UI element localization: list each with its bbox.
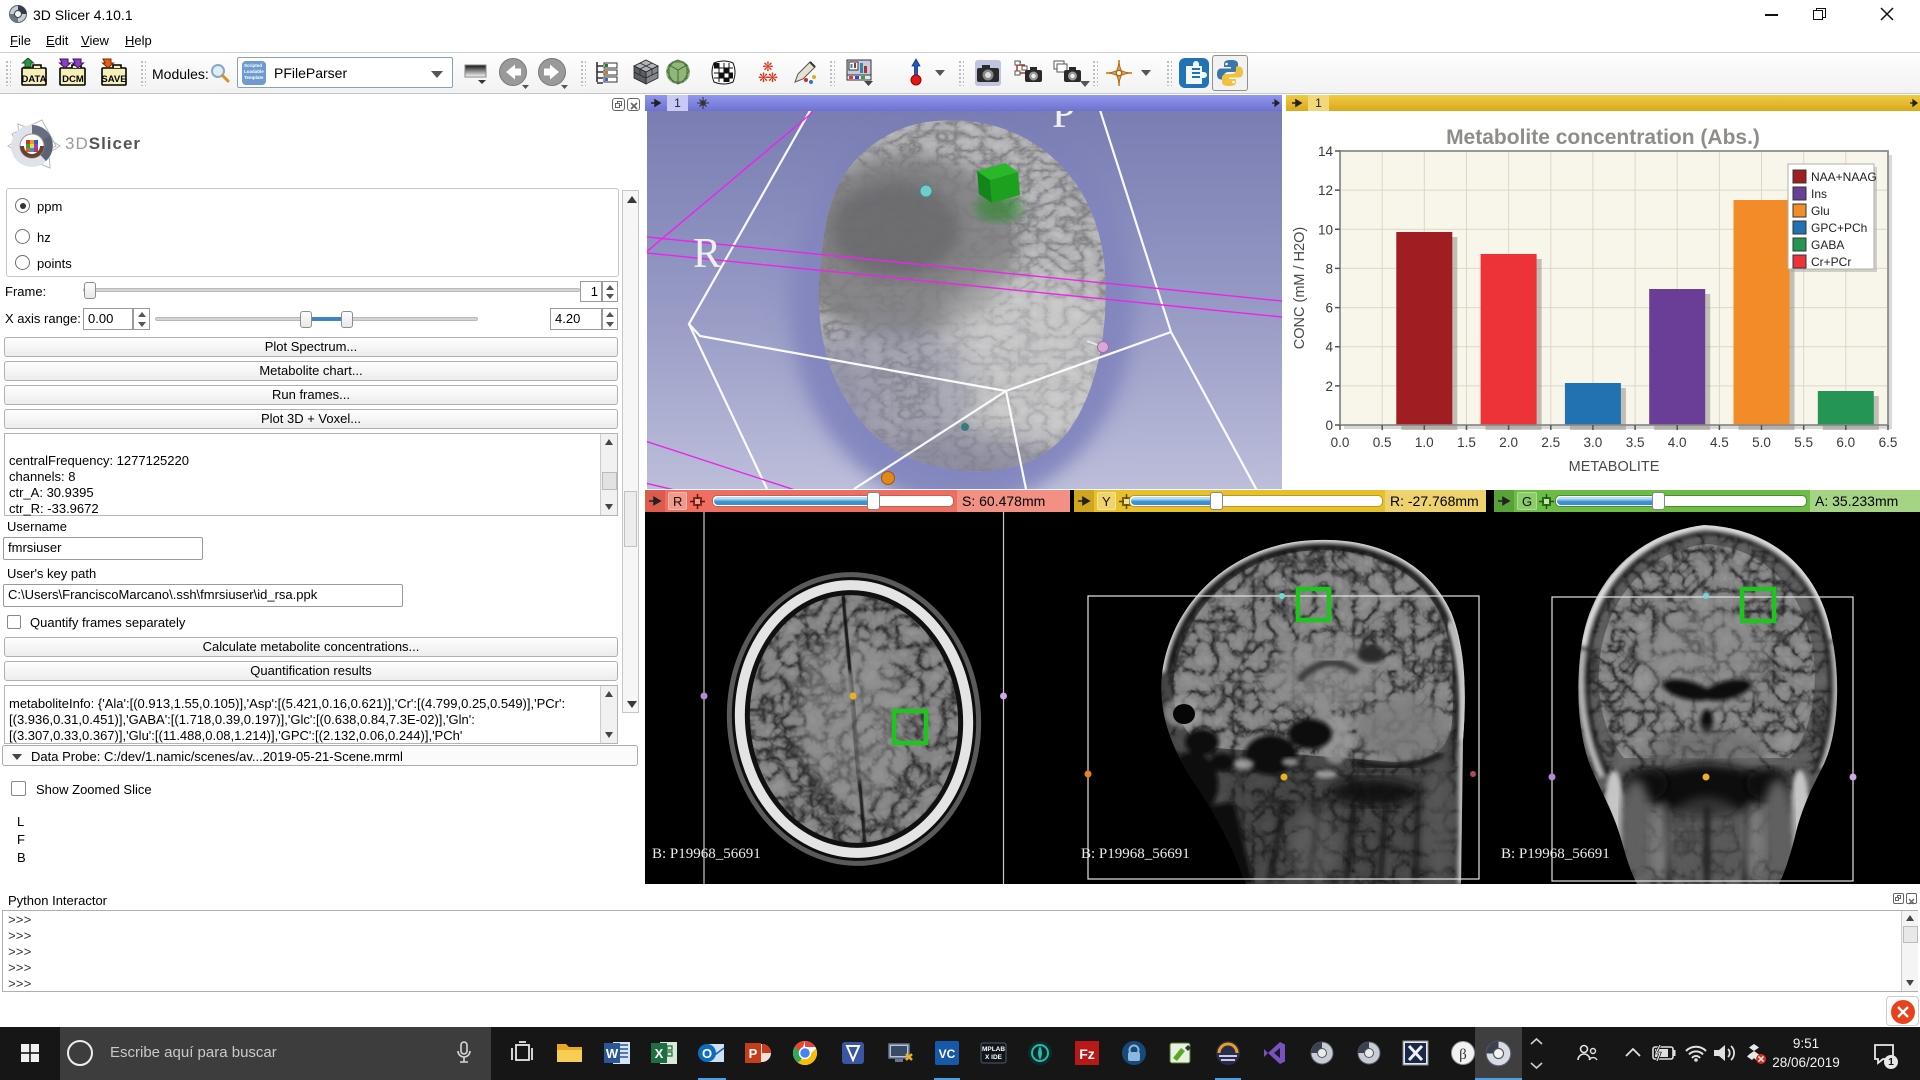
svg-text:W: W (606, 1046, 619, 1061)
svg-text:3.5: 3.5 (1626, 435, 1645, 450)
svg-text:SAVE: SAVE (101, 74, 126, 85)
svg-text:X: X (655, 1046, 664, 1061)
svg-text:P: P (749, 1046, 758, 1061)
svg-text:2: 2 (1325, 379, 1333, 394)
svg-text:5.0: 5.0 (1752, 435, 1771, 450)
svg-text:6.5: 6.5 (1879, 435, 1898, 450)
svg-text:4.0: 4.0 (1668, 435, 1687, 450)
svg-text:X IDE: X IDE (985, 1054, 1003, 1061)
svg-text:12: 12 (1318, 183, 1333, 198)
svg-text:5.5: 5.5 (1794, 435, 1813, 450)
svg-text:14: 14 (1318, 144, 1334, 159)
svg-text:0: 0 (1325, 418, 1333, 433)
svg-text:Glu: Glu (1811, 204, 1830, 218)
svg-text:6: 6 (1325, 301, 1333, 316)
svg-text:GABA: GABA (1811, 238, 1844, 252)
svg-text:4.5: 4.5 (1710, 435, 1729, 450)
svg-text:P: P (1052, 111, 1075, 137)
svg-text:Ins: Ins (1811, 187, 1827, 201)
svg-text:Fz: Fz (1079, 1046, 1095, 1062)
svg-text:B: P19968_56691: B: P19968_56691 (1501, 846, 1610, 862)
svg-text:R: R (693, 231, 721, 277)
svg-text:4: 4 (1325, 340, 1333, 355)
svg-text:METABOLITE: METABOLITE (1569, 459, 1660, 475)
svg-text:1.5: 1.5 (1457, 435, 1476, 450)
svg-text:MPLAB: MPLAB (982, 1046, 1005, 1053)
svg-text:1.0: 1.0 (1415, 435, 1434, 450)
svg-text:O: O (702, 1046, 712, 1061)
svg-text:Metabolite concentration (Abs.: Metabolite concentration (Abs.) (1446, 126, 1760, 149)
svg-text:CONC (mM / H2O): CONC (mM / H2O) (1292, 227, 1308, 349)
svg-text:B: P19968_56691: B: P19968_56691 (1081, 846, 1190, 862)
svg-text:DCM: DCM (62, 74, 84, 85)
svg-text:β: β (1459, 1047, 1467, 1063)
svg-text:10: 10 (1318, 222, 1333, 237)
svg-text:B: P19968_56691: B: P19968_56691 (652, 846, 761, 862)
svg-text:8: 8 (1325, 261, 1333, 276)
svg-text:6.0: 6.0 (1836, 435, 1855, 450)
svg-text:0.5: 0.5 (1373, 435, 1392, 450)
svg-text:2.5: 2.5 (1541, 435, 1560, 450)
svg-text:Cr+PCr: Cr+PCr (1811, 255, 1851, 269)
svg-text:0.0: 0.0 (1331, 435, 1350, 450)
svg-text:GPC+PCh: GPC+PCh (1811, 221, 1867, 235)
svg-text:NAA+NAAG: NAA+NAAG (1811, 170, 1877, 184)
svg-text:VC: VC (939, 1047, 956, 1061)
svg-text:2.0: 2.0 (1499, 435, 1518, 450)
svg-text:DATA: DATA (22, 74, 47, 85)
svg-text:3.0: 3.0 (1584, 435, 1603, 450)
